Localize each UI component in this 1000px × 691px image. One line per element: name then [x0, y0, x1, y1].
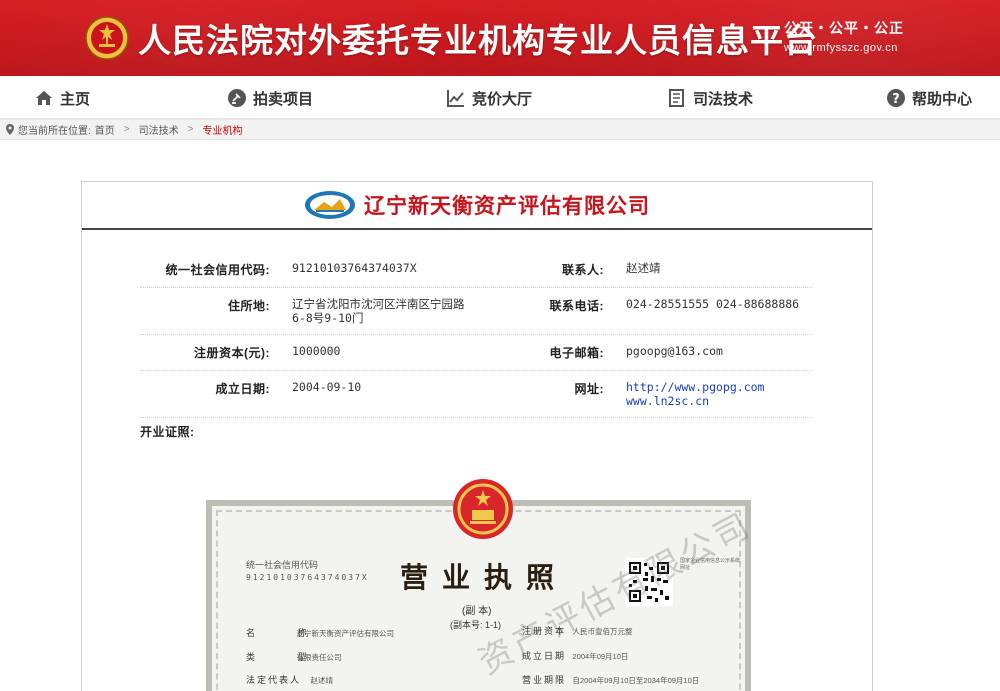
- company-card: 辽宁新天衡资产评估有限公司 统一社会信用代码: 9121010376437403…: [81, 181, 873, 691]
- founded-label: 成立日期:: [215, 382, 270, 396]
- breadcrumb-separator: >: [123, 124, 130, 135]
- address-label: 住所地:: [228, 299, 270, 313]
- info-row: 统一社会信用代码: 91210103764374037X 联系人: 赵述靖: [140, 252, 812, 288]
- email-value: pgoopg@163.com: [626, 344, 723, 358]
- breadcrumb-separator: >: [187, 124, 194, 135]
- founded-value: 2004-09-10: [292, 380, 362, 394]
- company-header: 辽宁新天衡资产评估有限公司: [82, 182, 872, 230]
- nav-label-bidding: 竞价大厅: [472, 90, 533, 108]
- website-link-2[interactable]: www.ln2sc.cn: [626, 394, 709, 408]
- website-value: http://www.pgopg.com www.ln2sc.cn: [604, 371, 812, 417]
- license-type-value: 有限责任公司: [296, 653, 342, 662]
- nav-item-help[interactable]: ? 帮助中心: [886, 76, 972, 120]
- website-link-1[interactable]: http://www.pgopg.com: [626, 380, 764, 394]
- home-icon: [36, 91, 52, 105]
- info-row: 成立日期: 2004-09-10 网址: http://www.pgopg.co…: [140, 371, 812, 418]
- license-name-key: 名 称: [246, 628, 327, 638]
- phone-value: 024-28551555 024-88688886: [626, 297, 800, 311]
- capital-value: 1000000: [292, 344, 341, 358]
- phone-label: 联系电话:: [549, 299, 604, 313]
- site-title: 人民法院对外委托专业机构专业人员信息平台: [138, 21, 818, 60]
- nav-item-auction[interactable]: 拍卖项目: [227, 76, 313, 120]
- company-name: 辽宁新天衡资产评估有限公司: [364, 194, 650, 218]
- site-url: www.rmfysszc.gov.cn: [784, 42, 898, 54]
- breadcrumb-prefix: 您当前所在位置:: [18, 126, 91, 137]
- nav-item-judicial-tech[interactable]: 司法技术: [667, 76, 753, 120]
- license-field-type: 类 型 有限责任公司: [246, 650, 342, 663]
- company-info-table: 统一社会信用代码: 91210103764374037X 联系人: 赵述靖 住所…: [140, 252, 812, 418]
- breadcrumb-current: 专业机构: [202, 126, 243, 137]
- license-code: 91210103764374037X: [246, 573, 369, 582]
- business-license-image: 统一社会信用代码 91210103764374037X 营业执照 (副 本) (…: [206, 479, 759, 691]
- nav-label-auction: 拍卖项目: [253, 90, 314, 108]
- license-title: 营业执照: [400, 561, 569, 594]
- website-label: 网址:: [574, 382, 604, 396]
- document-icon: [669, 89, 684, 107]
- license-term-value: 自2004年09月10日至2034年09月10日: [572, 676, 700, 685]
- email-label: 电子邮箱:: [549, 346, 604, 360]
- license-field-name: 名 称 辽宁新天衡资产评估有限公司: [246, 626, 394, 639]
- license-term-key: 营业期限: [522, 675, 567, 685]
- chart-icon: [447, 90, 464, 107]
- license-rep-key: 法定代表人: [246, 675, 302, 685]
- company-logo-icon: [305, 191, 355, 219]
- court-emblem-icon: [85, 16, 129, 60]
- license-code-label: 统一社会信用代码: [246, 560, 319, 570]
- contact-value: 赵述靖: [626, 261, 661, 275]
- breadcrumb: 您当前所在位置: 首页 > 司法技术 > 专业机构: [0, 120, 1000, 140]
- location-pin-icon: [6, 124, 14, 135]
- capital-label: 注册资本(元):: [194, 346, 270, 360]
- nav-item-home[interactable]: 主页: [34, 76, 90, 120]
- main-nav: 主页 拍卖项目 竞价大厅 司法技术 ? 帮助中心: [0, 76, 1000, 120]
- license-date-value: 2004年09月10日: [572, 652, 629, 661]
- license-field-rep: 法定代表人 赵述靖: [246, 673, 333, 686]
- license-copy: (副 本): [462, 606, 492, 617]
- credit-code-label: 统一社会信用代码:: [165, 263, 270, 277]
- contact-label: 联系人:: [562, 263, 604, 277]
- info-row: 住所地: 辽宁省沈阳市沈河区泮南区宁园路6-8号9-10门 联系电话: 024-…: [140, 288, 812, 335]
- nav-item-bidding[interactable]: 竞价大厅: [446, 76, 532, 120]
- credit-code-value: 91210103764374037X: [292, 261, 417, 275]
- address-value: 辽宁省沈阳市沈河区泮南区宁园路6-8号9-10门: [292, 297, 465, 325]
- nav-label-home: 主页: [60, 90, 91, 108]
- header-banner: 人民法院对外委托专业机构专业人员信息平台 公开・公平・公正 www.rmfyss…: [0, 0, 1000, 76]
- help-icon: ?: [887, 89, 905, 107]
- breadcrumb-judicial-tech[interactable]: 司法技术: [139, 122, 179, 137]
- info-row: 注册资本(元): 1000000 电子邮箱: pgoopg@163.com: [140, 335, 812, 371]
- national-emblem-icon: [453, 479, 513, 539]
- site-slogan: 公开・公平・公正: [784, 20, 904, 36]
- license-type-key: 类 型: [246, 652, 327, 662]
- license-name-value: 辽宁新天衡资产评估有限公司: [296, 629, 395, 638]
- auction-icon: [228, 89, 246, 107]
- svg-text:?: ?: [892, 92, 900, 107]
- nav-label-help: 帮助中心: [912, 90, 973, 108]
- license-rep-value: 赵述靖: [310, 676, 334, 685]
- nav-label-judicial-tech: 司法技术: [693, 90, 754, 108]
- license-label: 开业证照:: [140, 425, 195, 439]
- breadcrumb-home[interactable]: 首页: [95, 122, 115, 137]
- license-field-term: 营业期限 自2004年09月10日至2034年09月10日: [522, 673, 699, 686]
